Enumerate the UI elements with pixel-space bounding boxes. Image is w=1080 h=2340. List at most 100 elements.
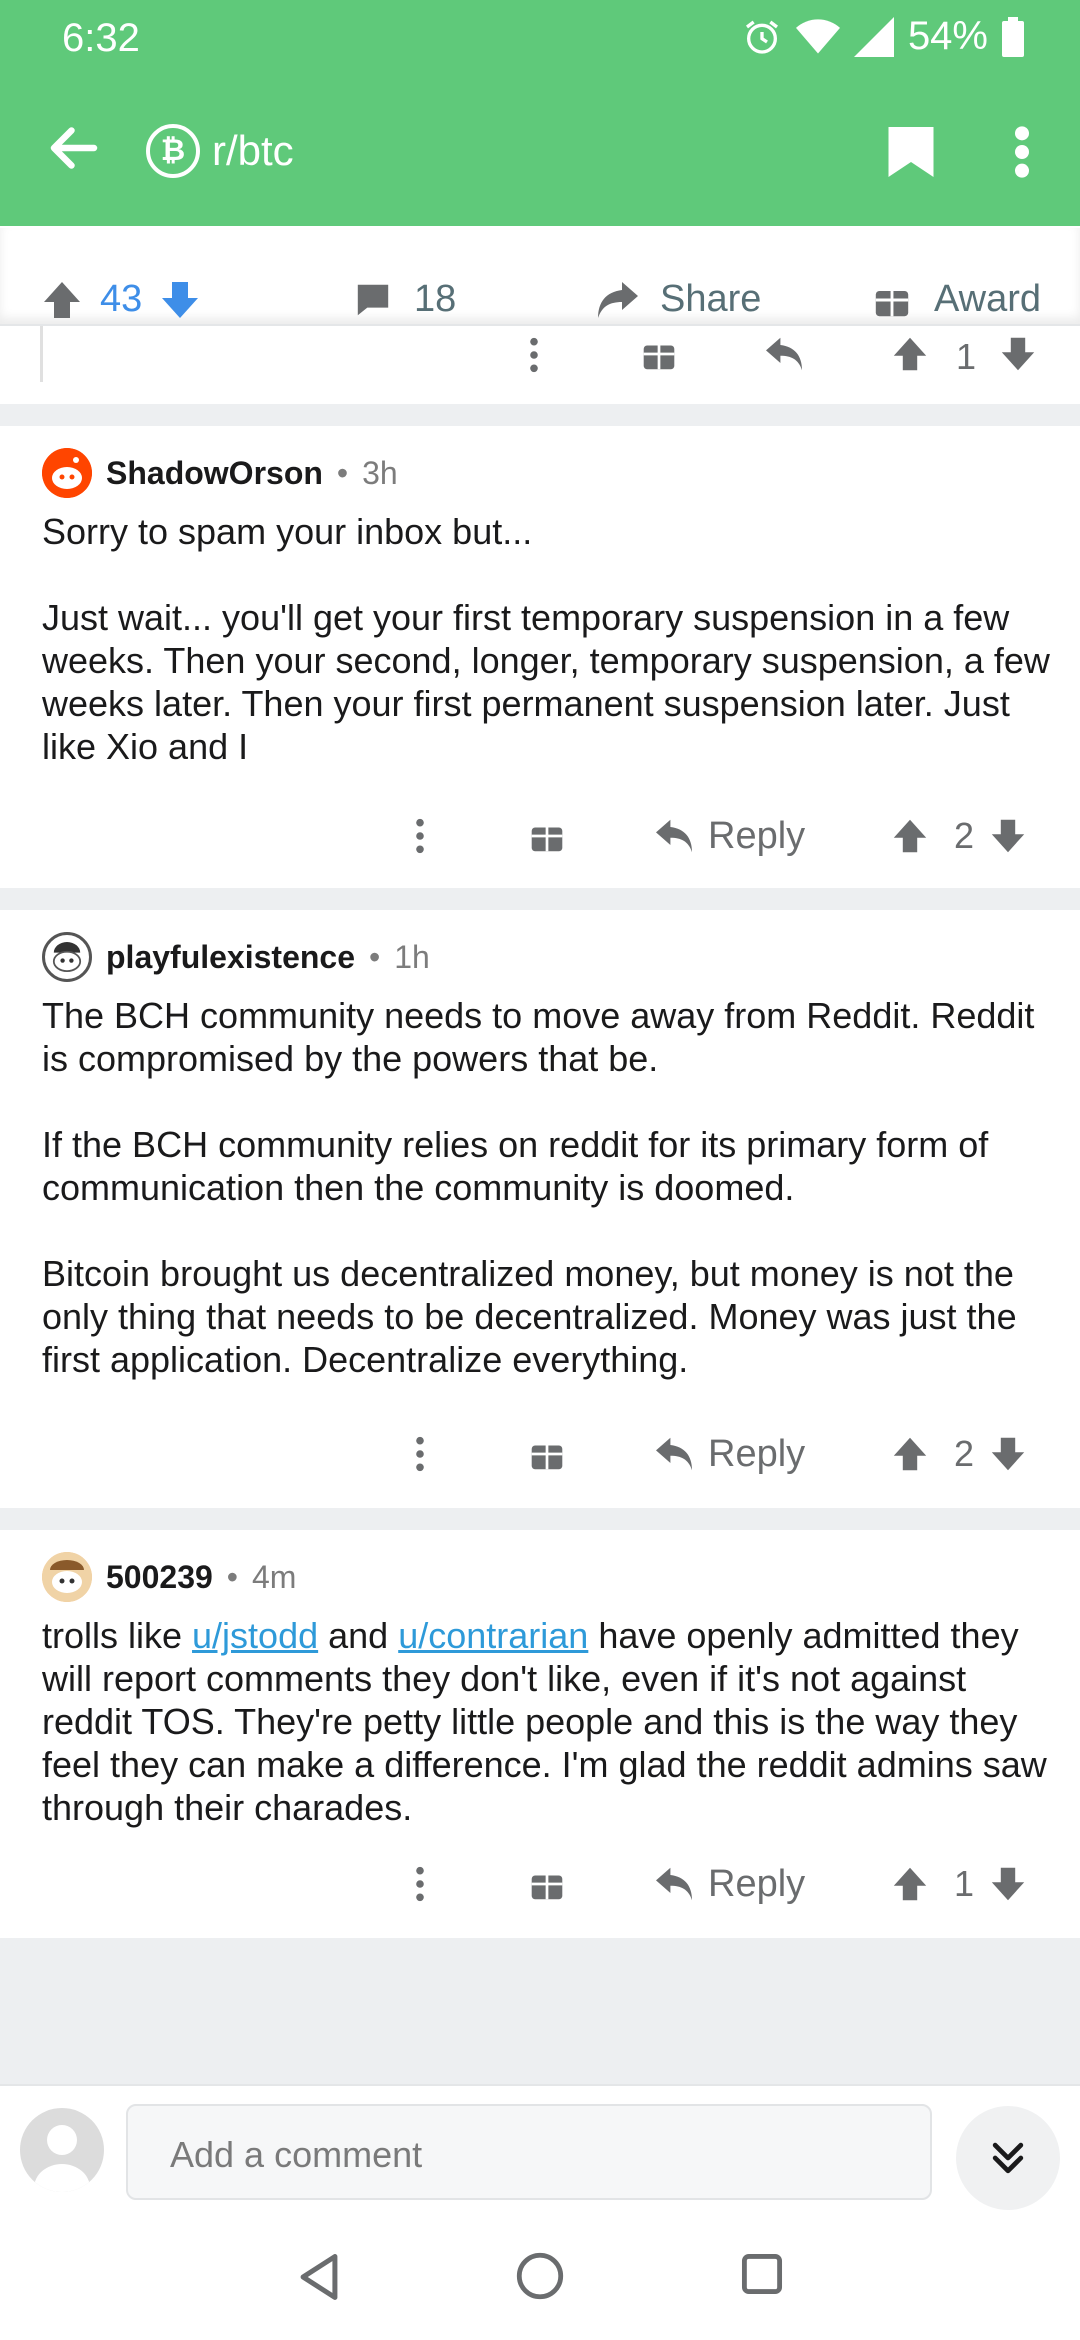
comments-count: 18: [414, 278, 457, 320]
battery-level: 54%: [907, 14, 988, 58]
upvote-icon[interactable]: [892, 818, 928, 854]
reply-label: Reply: [708, 814, 806, 857]
reply-button[interactable]: Reply: [654, 1854, 805, 1914]
comment-header: 500239 • 4m: [42, 1552, 296, 1602]
downvote-icon[interactable]: [990, 1436, 1026, 1472]
more-options-button[interactable]: [414, 1424, 426, 1484]
avatar[interactable]: [42, 448, 92, 498]
wifi-icon: [795, 18, 840, 53]
share-button[interactable]: Share: [596, 278, 761, 321]
comment-icon: [357, 284, 389, 315]
reply-icon: [656, 1867, 692, 1901]
comment-actions: Reply 1: [0, 1854, 1080, 1914]
user-link-contrarian[interactable]: u/contrarian: [398, 1615, 588, 1656]
post-action-bar: 43 18 Share Award: [0, 228, 1080, 326]
comment-time: 1h: [394, 938, 430, 975]
comment-time: 4m: [251, 1558, 297, 1595]
bookmark-icon[interactable]: [886, 124, 936, 180]
avatar[interactable]: [42, 932, 92, 982]
more-vert-icon: [416, 1436, 424, 1472]
downvote-icon[interactable]: [1000, 336, 1036, 372]
downvote-icon[interactable]: [990, 818, 1026, 854]
comment-header: playfulexistence • 1h: [42, 932, 430, 982]
comment-paragraph: Sorry to spam your inbox but...: [42, 511, 533, 552]
alarm-icon: [745, 20, 778, 54]
avatar[interactable]: [42, 1552, 92, 1602]
list-end-spacer: [0, 1938, 1080, 2084]
downvote-icon[interactable]: [990, 1866, 1026, 1902]
comment-500239: 500239 • 4m trolls like u/jstodd and u/c…: [0, 1530, 1080, 1938]
back-arrow-icon[interactable]: [44, 118, 104, 178]
reply-label: Reply: [708, 1432, 806, 1475]
more-vert-icon[interactable]: [1010, 124, 1034, 180]
system-nav-bar: [0, 2214, 1080, 2340]
reply-button[interactable]: Reply: [654, 1424, 805, 1484]
comment-body: trolls like u/jstodd and u/contrarian ha…: [42, 1614, 1050, 1829]
comment-vote-group: 2: [892, 806, 1026, 866]
previous-comment-score: 1: [956, 336, 977, 377]
comment-shadoworson: ShadowOrson • 3h Sorry to spam your inbo…: [0, 426, 1080, 888]
more-vert-icon: [416, 818, 424, 854]
comment-text: trolls like: [42, 1615, 193, 1656]
reply-icon: [656, 1437, 692, 1471]
more-vert-icon[interactable]: [528, 336, 540, 374]
comment-separator: [0, 1508, 1080, 1530]
comment-paragraph: trolls like u/jstodd and u/contrarian ha…: [42, 1614, 1050, 1829]
bitcoin-icon: ₿: [146, 124, 200, 178]
comments-count-button[interactable]: 18: [354, 278, 456, 321]
comment-actions: Reply 2: [0, 806, 1080, 866]
app-header: 6:32 54% ₿ r/btc: [0, 0, 1080, 226]
comment-vote-group: 2: [892, 1424, 1026, 1484]
gift-icon: [531, 827, 563, 852]
upvote-icon[interactable]: [892, 1436, 928, 1472]
more-options-button[interactable]: [414, 1854, 426, 1914]
status-bar: 6:32 54%: [0, 0, 1080, 80]
comment-score: 2: [954, 1433, 975, 1474]
post-vote-group: 43: [42, 278, 200, 321]
user-link-jstodd[interactable]: u/jstodd: [192, 1615, 318, 1656]
reply-icon: [656, 819, 692, 853]
signal-icon: [853, 16, 894, 57]
comment-paragraph: If the BCH community relies on reddit fo…: [42, 1124, 989, 1208]
collapse-button[interactable]: [956, 2106, 1060, 2210]
award-button[interactable]: Award: [874, 278, 1041, 321]
award-button[interactable]: [530, 1424, 564, 1484]
post-vote-count: 43: [100, 278, 143, 320]
comment-score: 2: [954, 815, 975, 856]
subreddit-link[interactable]: ₿ r/btc: [146, 124, 294, 178]
comment-paragraph: Bitcoin brought us decentralized money, …: [42, 1253, 1017, 1380]
comment-header: ShadowOrson • 3h: [42, 448, 398, 498]
more-options-button[interactable]: [414, 806, 426, 866]
comment-actions: Reply 2: [0, 1424, 1080, 1484]
comment-author[interactable]: 500239: [106, 1559, 213, 1596]
gift-icon[interactable]: [642, 336, 676, 372]
reply-icon[interactable]: [764, 336, 804, 372]
reply-label: Reply: [708, 1862, 806, 1905]
snoo-avatar-icon: [42, 1552, 92, 1602]
comment-score: 1: [954, 1863, 975, 1904]
reply-button[interactable]: Reply: [654, 806, 805, 866]
nav-recents-icon[interactable]: [740, 2252, 784, 2296]
upvote-icon[interactable]: [42, 280, 82, 320]
user-placeholder-icon: [34, 2125, 90, 2192]
downvote-icon[interactable]: [160, 280, 200, 320]
snoo-avatar-icon: [52, 942, 82, 972]
nav-back-icon[interactable]: [296, 2252, 342, 2302]
comment-text: and: [318, 1615, 399, 1656]
upvote-icon[interactable]: [892, 1866, 928, 1902]
more-vert-icon: [416, 1866, 424, 1902]
comment-meta-dot: •: [336, 454, 349, 491]
award-button[interactable]: [530, 1854, 564, 1914]
comment-paragraph: Just wait... you'll get your first tempo…: [42, 597, 1050, 767]
add-comment-input[interactable]: Add a comment: [126, 2104, 932, 2200]
comment-vote-group: 1: [892, 1854, 1026, 1914]
comment-paragraph: The BCH community needs to move away fro…: [42, 995, 1035, 1079]
comment-author[interactable]: playfulexistence: [106, 939, 355, 976]
share-label: Share: [660, 278, 762, 320]
nav-home-icon[interactable]: [516, 2252, 564, 2300]
upvote-icon[interactable]: [892, 336, 928, 372]
app-bar: ₿ r/btc: [0, 96, 1080, 208]
comment-author[interactable]: ShadowOrson: [106, 455, 323, 492]
award-button[interactable]: [530, 806, 564, 866]
status-time: 6:32: [62, 16, 140, 60]
